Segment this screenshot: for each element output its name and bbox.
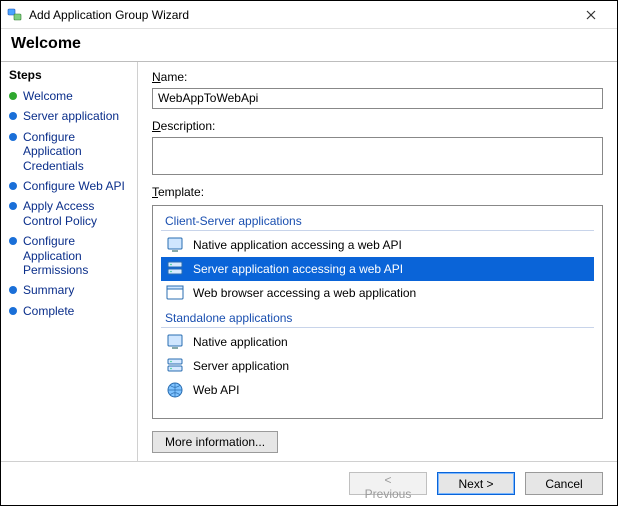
step-item[interactable]: Server application xyxy=(5,106,133,126)
close-button[interactable] xyxy=(571,1,611,28)
step-label: Configure Application Credentials xyxy=(23,130,129,173)
steps-title: Steps xyxy=(5,68,133,86)
steps-sidebar: Steps Welcome Server application Configure… xyxy=(1,62,138,461)
step-label: Summary xyxy=(23,283,129,297)
previous-button: < Previous xyxy=(349,472,427,495)
template-item[interactable]: Native application xyxy=(161,330,594,354)
template-item-label: Web browser accessing a web application xyxy=(193,286,416,300)
wizard-window: Add Application Group Wizard Welcome Ste… xyxy=(0,0,618,506)
template-item[interactable]: Native application accessing a web API xyxy=(161,233,594,257)
template-item-label: Native application xyxy=(193,335,288,349)
wizard-body: Steps Welcome Server application Configure… xyxy=(1,62,617,461)
step-label: Welcome xyxy=(23,89,129,103)
page-header: Welcome xyxy=(1,29,617,62)
template-listbox[interactable]: Client-Server applications Native applica… xyxy=(152,205,603,420)
step-label: Complete xyxy=(23,304,129,318)
step-item[interactable]: Configure Web API xyxy=(5,176,133,196)
server-app-icon xyxy=(165,356,185,376)
step-label: Apply Access Control Policy xyxy=(23,199,129,228)
step-bullet-icon xyxy=(9,133,17,141)
template-item[interactable]: Server application xyxy=(161,354,594,378)
wizard-footer: < Previous Next > Cancel xyxy=(1,461,617,505)
step-bullet-icon xyxy=(9,237,17,245)
description-input[interactable] xyxy=(152,137,603,175)
next-button[interactable]: Next > xyxy=(437,472,515,495)
cancel-button[interactable]: Cancel xyxy=(525,472,603,495)
app-icon xyxy=(7,7,23,23)
step-item[interactable]: Complete xyxy=(5,301,133,321)
description-label: Description: xyxy=(152,119,603,133)
template-item-label: Server application xyxy=(193,359,289,373)
browser-app-icon xyxy=(165,283,185,303)
name-label: Name: xyxy=(152,70,603,84)
step-item[interactable]: Summary xyxy=(5,280,133,300)
more-information-button[interactable]: More information... xyxy=(152,431,278,453)
template-section-title: Client-Server applications xyxy=(161,212,594,231)
step-bullet-icon xyxy=(9,182,17,190)
step-bullet-icon xyxy=(9,286,17,294)
step-item[interactable]: Configure Application Credentials xyxy=(5,127,133,176)
step-bullet-icon xyxy=(9,307,17,315)
template-item-label: Web API xyxy=(193,383,239,397)
template-item[interactable]: Server application accessing a web API xyxy=(161,257,594,281)
step-label: Server application xyxy=(23,109,129,123)
step-label: Configure Web API xyxy=(23,179,129,193)
page-title: Welcome xyxy=(11,35,607,53)
step-bullet-icon xyxy=(9,92,17,100)
step-item[interactable]: Apply Access Control Policy xyxy=(5,196,133,231)
template-item[interactable]: Web browser accessing a web application xyxy=(161,281,594,305)
server-app-icon xyxy=(165,259,185,279)
name-input[interactable] xyxy=(152,88,603,109)
step-bullet-icon xyxy=(9,202,17,210)
web-api-icon xyxy=(165,380,185,400)
titlebar: Add Application Group Wizard xyxy=(1,1,617,29)
step-item[interactable]: Welcome xyxy=(5,86,133,106)
main-panel: Name: Description: Template: Client-Serv… xyxy=(138,62,617,461)
native-app-icon xyxy=(165,332,185,352)
template-item-label: Server application accessing a web API xyxy=(193,262,403,276)
native-app-icon xyxy=(165,235,185,255)
template-item-label: Native application accessing a web API xyxy=(193,238,402,252)
step-bullet-icon xyxy=(9,112,17,120)
window-title: Add Application Group Wizard xyxy=(29,8,571,22)
template-section-title: Standalone applications xyxy=(161,309,594,328)
template-item[interactable]: Web API xyxy=(161,378,594,402)
step-label: Configure Application Permissions xyxy=(23,234,129,277)
step-item[interactable]: Configure Application Permissions xyxy=(5,231,133,280)
template-label: Template: xyxy=(152,185,603,199)
